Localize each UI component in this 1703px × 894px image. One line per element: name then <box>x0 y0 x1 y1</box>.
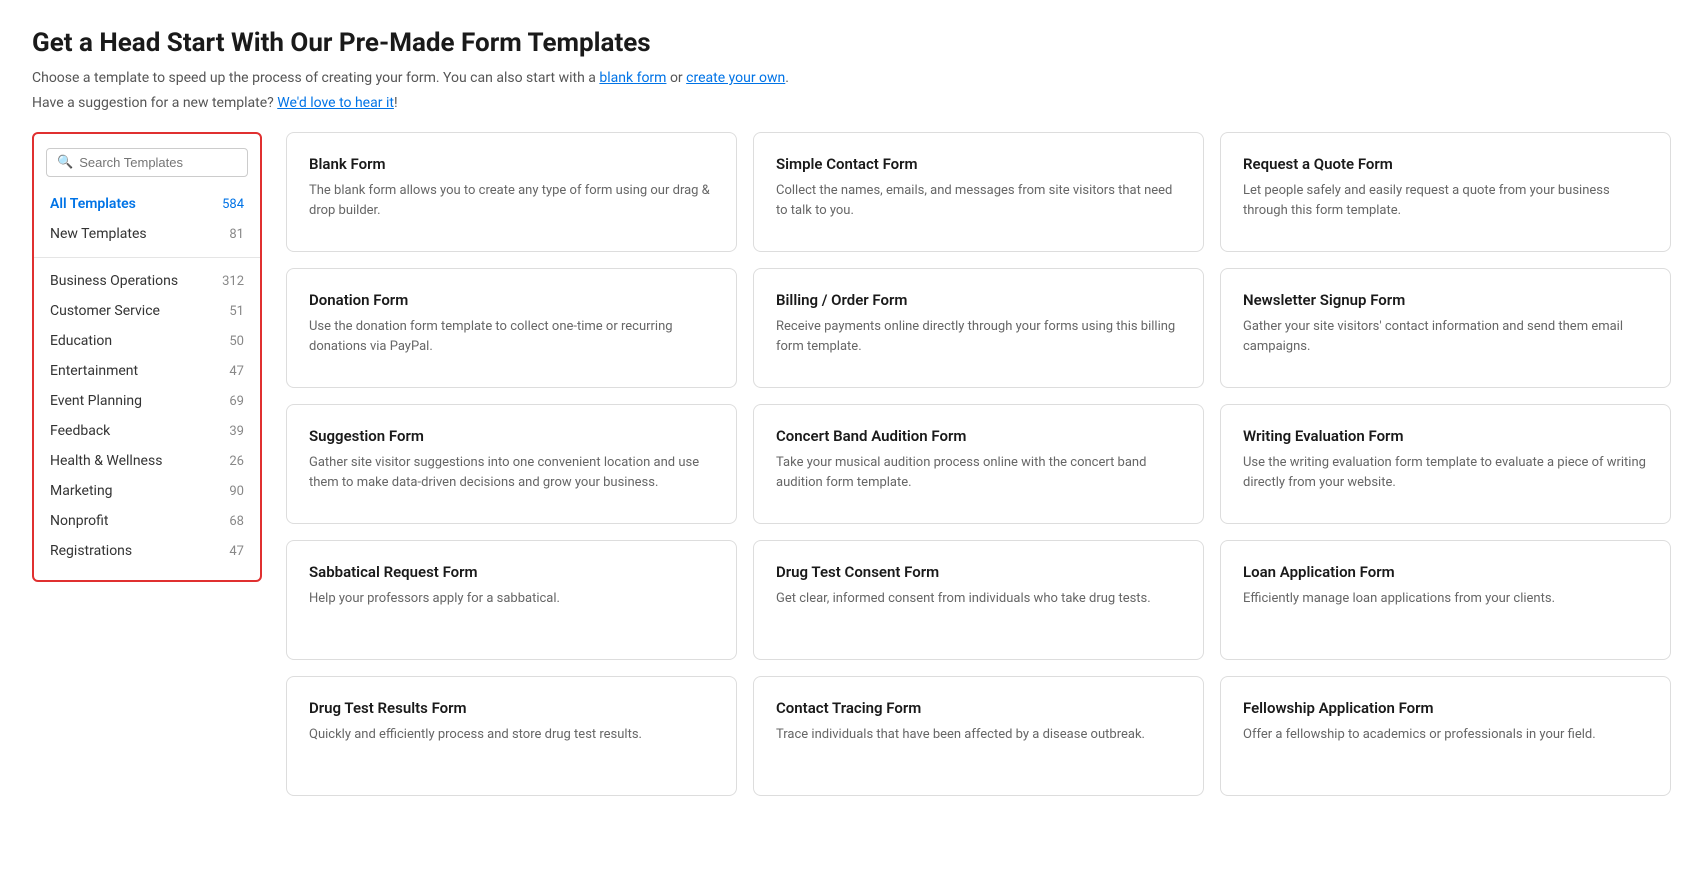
sidebar-category-count: 47 <box>229 544 244 559</box>
form-card-title: Simple Contact Form <box>776 155 1181 173</box>
sidebar-new-templates[interactable]: New Templates 81 <box>34 219 260 249</box>
form-card[interactable]: Suggestion Form Gather site visitor sugg… <box>286 404 737 524</box>
blank-form-link[interactable]: blank form <box>599 70 666 86</box>
form-card-desc: Quickly and efficiently process and stor… <box>309 725 714 745</box>
search-box[interactable]: 🔍 <box>46 148 248 177</box>
form-card[interactable]: Concert Band Audition Form Take your mus… <box>753 404 1204 524</box>
form-card-title: Billing / Order Form <box>776 291 1181 309</box>
form-card-desc: Efficiently manage loan applications fro… <box>1243 589 1648 609</box>
sidebar-category-count: 69 <box>229 394 244 409</box>
sidebar-item-business-operations[interactable]: Business Operations 312 <box>34 266 260 296</box>
form-card-desc: Get clear, informed consent from individ… <box>776 589 1181 609</box>
sidebar-item-education[interactable]: Education 50 <box>34 326 260 356</box>
sidebar-new-templates-count: 81 <box>229 227 244 242</box>
sidebar-category-count: 51 <box>229 304 244 319</box>
sidebar-category-count: 39 <box>229 424 244 439</box>
form-card[interactable]: Drug Test Results Form Quickly and effic… <box>286 676 737 796</box>
form-card-title: Concert Band Audition Form <box>776 427 1181 445</box>
form-card-desc: Receive payments online directly through… <box>776 317 1181 356</box>
form-card-title: Fellowship Application Form <box>1243 699 1648 717</box>
sidebar-all-templates[interactable]: All Templates 584 <box>34 189 260 219</box>
form-card-title: Drug Test Consent Form <box>776 563 1181 581</box>
cards-grid: Blank Form The blank form allows you to … <box>286 132 1671 796</box>
sidebar-item-nonprofit[interactable]: Nonprofit 68 <box>34 506 260 536</box>
sidebar-category-label-text: Customer Service <box>50 303 160 319</box>
page-subtitle-1: Choose a template to speed up the proces… <box>32 68 1671 89</box>
form-card-desc: Let people safely and easily request a q… <box>1243 181 1648 220</box>
sidebar-category-count: 312 <box>222 274 244 289</box>
form-card[interactable]: Sabbatical Request Form Help your profes… <box>286 540 737 660</box>
sidebar-item-event-planning[interactable]: Event Planning 69 <box>34 386 260 416</box>
sidebar-category-label-text: Marketing <box>50 483 113 499</box>
form-card-title: Loan Application Form <box>1243 563 1648 581</box>
sidebar-category-label-text: Entertainment <box>50 363 138 379</box>
sidebar-all-templates-label: All Templates <box>50 196 136 212</box>
form-card-desc: Collect the names, emails, and messages … <box>776 181 1181 220</box>
sidebar-item-health---wellness[interactable]: Health & Wellness 26 <box>34 446 260 476</box>
form-card-desc: Use the writing evaluation form template… <box>1243 453 1648 492</box>
form-card[interactable]: Request a Quote Form Let people safely a… <box>1220 132 1671 252</box>
form-card-desc: Trace individuals that have been affecte… <box>776 725 1181 745</box>
sidebar-new-templates-label: New Templates <box>50 226 147 242</box>
form-card-title: Request a Quote Form <box>1243 155 1648 173</box>
form-card-desc: Take your musical audition process onlin… <box>776 453 1181 492</box>
form-card-title: Sabbatical Request Form <box>309 563 714 581</box>
form-card[interactable]: Contact Tracing Form Trace individuals t… <box>753 676 1204 796</box>
search-icon: 🔍 <box>57 155 73 170</box>
form-card-title: Newsletter Signup Form <box>1243 291 1648 309</box>
sidebar-category-label-text: Nonprofit <box>50 513 109 529</box>
form-card[interactable]: Writing Evaluation Form Use the writing … <box>1220 404 1671 524</box>
sidebar-all-templates-count: 584 <box>222 197 244 212</box>
form-card-desc: Help your professors apply for a sabbati… <box>309 589 714 609</box>
suggestion-link[interactable]: We'd love to hear it <box>277 95 394 111</box>
form-card-title: Writing Evaluation Form <box>1243 427 1648 445</box>
form-card-desc: Gather site visitor suggestions into one… <box>309 453 714 492</box>
sidebar-category-label-text: Event Planning <box>50 393 142 409</box>
sidebar-category-count: 50 <box>229 334 244 349</box>
sidebar-category-label-text: Registrations <box>50 543 132 559</box>
sidebar-category-count: 47 <box>229 364 244 379</box>
create-own-link[interactable]: create your own <box>686 70 785 86</box>
form-card-desc: Gather your site visitors' contact infor… <box>1243 317 1648 356</box>
sidebar-item-marketing[interactable]: Marketing 90 <box>34 476 260 506</box>
form-card[interactable]: Donation Form Use the donation form temp… <box>286 268 737 388</box>
form-card[interactable]: Newsletter Signup Form Gather your site … <box>1220 268 1671 388</box>
sidebar-category-count: 68 <box>229 514 244 529</box>
form-card-title: Drug Test Results Form <box>309 699 714 717</box>
form-card-desc: The blank form allows you to create any … <box>309 181 714 220</box>
form-card-title: Suggestion Form <box>309 427 714 445</box>
page-title: Get a Head Start With Our Pre-Made Form … <box>32 28 1671 58</box>
sidebar-category-count: 26 <box>229 454 244 469</box>
form-card[interactable]: Fellowship Application Form Offer a fell… <box>1220 676 1671 796</box>
sidebar-category-label-text: Health & Wellness <box>50 453 162 469</box>
sidebar-item-customer-service[interactable]: Customer Service 51 <box>34 296 260 326</box>
form-card[interactable]: Simple Contact Form Collect the names, e… <box>753 132 1204 252</box>
sidebar-category-label-text: Feedback <box>50 423 110 439</box>
form-card[interactable]: Billing / Order Form Receive payments on… <box>753 268 1204 388</box>
form-card[interactable]: Drug Test Consent Form Get clear, inform… <box>753 540 1204 660</box>
form-card-desc: Use the donation form template to collec… <box>309 317 714 356</box>
page-subtitle-2: Have a suggestion for a new template? We… <box>32 93 1671 114</box>
search-input[interactable] <box>79 155 237 170</box>
sidebar-category-count: 90 <box>229 484 244 499</box>
sidebar-item-registrations[interactable]: Registrations 47 <box>34 536 260 566</box>
content-area: Blank Form The blank form allows you to … <box>262 132 1671 796</box>
sidebar-category-label-text: Education <box>50 333 112 349</box>
sidebar-item-feedback[interactable]: Feedback 39 <box>34 416 260 446</box>
form-card-title: Blank Form <box>309 155 714 173</box>
form-card-desc: Offer a fellowship to academics or profe… <box>1243 725 1648 745</box>
form-card[interactable]: Blank Form The blank form allows you to … <box>286 132 737 252</box>
sidebar: 🔍 All Templates 584 New Templates 81 Bus… <box>32 132 262 582</box>
sidebar-category-label-text: Business Operations <box>50 273 178 289</box>
form-card-title: Donation Form <box>309 291 714 309</box>
form-card-title: Contact Tracing Form <box>776 699 1181 717</box>
form-card[interactable]: Loan Application Form Efficiently manage… <box>1220 540 1671 660</box>
sidebar-divider <box>34 257 260 258</box>
sidebar-item-entertainment[interactable]: Entertainment 47 <box>34 356 260 386</box>
